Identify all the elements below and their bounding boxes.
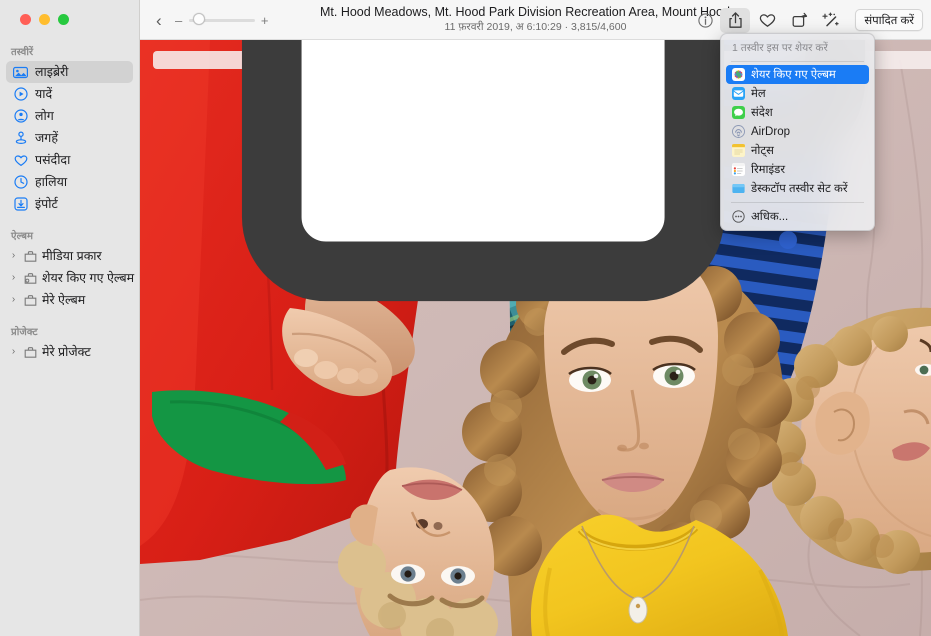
share-button[interactable]: [720, 7, 751, 33]
minimize-button[interactable]: [39, 13, 50, 25]
sidebar-item-my-projects[interactable]: › मेरे प्रोजेक्ट: [6, 341, 133, 363]
sidebar-item-label: हालिया: [35, 174, 68, 189]
enhance-button[interactable]: [816, 8, 846, 33]
share-menu-item-reminders[interactable]: रिमाइंडर: [726, 160, 869, 179]
sidebar-item-label: मीडिया प्रकार: [42, 248, 102, 263]
share-menu-item-notes[interactable]: नोट्स: [726, 141, 869, 160]
zoom-out-button[interactable]: –: [174, 13, 184, 28]
share-menu-item-label: नोट्स: [751, 145, 774, 157]
sidebar-item-label: इंपोर्ट: [35, 196, 58, 211]
sidebar-item-label: शेयर किए गए ऐल्बम: [42, 270, 135, 285]
share-menu-item-label: AirDrop: [751, 125, 790, 138]
desktop-picture-icon: [731, 182, 745, 196]
magic-wand-icon: [822, 11, 839, 26]
traffic-lights: [0, 0, 139, 38]
sidebar-item-shared-albums[interactable]: › शेयर किए गए ऐल्बम: [6, 267, 135, 289]
chevron-right-icon[interactable]: ›: [8, 250, 19, 262]
info-circle-icon: [698, 12, 713, 28]
mail-app-icon: [731, 87, 745, 101]
share-menu-item-set-desktop-picture[interactable]: डेस्कटॉप तस्वीर सेट करें: [726, 179, 869, 198]
sidebar-item-places[interactable]: जगहें: [6, 127, 133, 149]
people-icon: [12, 109, 29, 124]
chevron-right-icon[interactable]: ›: [8, 294, 19, 306]
back-button[interactable]: ‹: [152, 12, 166, 29]
toolbar-left-group: ‹ – +: [152, 0, 270, 40]
sidebar-section-header-projects: प्रोजेक्ट: [11, 327, 38, 338]
sidebar-item-memories[interactable]: यादें: [6, 83, 133, 105]
sidebar: तस्वीरें लाइब्रेरी यादें लोग जगहें पसंदी…: [0, 0, 140, 636]
sidebar-item-label: पसंदीदा: [35, 152, 71, 167]
share-menu-item-messages[interactable]: संदेश: [726, 103, 869, 122]
rotate-button[interactable]: [784, 8, 814, 33]
clock-icon: [12, 175, 29, 190]
heart-icon: [12, 153, 29, 168]
zoom-button[interactable]: [58, 13, 69, 25]
sidebar-item-label: मेरे ऐल्बम: [42, 292, 86, 307]
edit-button[interactable]: संपादित करें: [855, 9, 923, 31]
share-menu-divider-bottom: [731, 202, 864, 203]
ellipsis-circle-icon: [731, 210, 745, 224]
shared-folder-icon: [22, 272, 39, 285]
folder-icon: [22, 346, 39, 359]
sidebar-item-label: मेरे प्रोजेक्ट: [42, 344, 91, 359]
share-menu-item-label: मेल: [751, 88, 766, 100]
share-icon: [729, 11, 742, 28]
places-icon: [12, 131, 29, 146]
photos-app-icon: [731, 68, 745, 82]
share-menu-item-label: रिमाइंडर: [751, 164, 786, 176]
close-button[interactable]: [20, 13, 31, 25]
share-menu[interactable]: 1 तस्वीर इस पर शेयर करें शेयर किए गए ऐल्: [720, 33, 875, 231]
share-menu-item-label: अधिक...: [751, 211, 789, 223]
sidebar-item-label: यादें: [35, 86, 53, 101]
share-menu-item-airdrop[interactable]: AirDrop: [726, 122, 869, 141]
messages-app-icon: [731, 106, 745, 120]
share-menu-item-more[interactable]: अधिक...: [726, 207, 869, 226]
sidebar-item-media-types[interactable]: › मीडिया प्रकार: [6, 245, 133, 267]
share-menu-title: 1 तस्वीर इस पर शेयर करें: [732, 42, 828, 54]
import-icon: [12, 197, 29, 212]
share-menu-item-shared-albums[interactable]: शेयर किए गए ऐल्बम: [726, 65, 869, 84]
heart-icon: [759, 13, 776, 27]
notes-app-icon: [731, 144, 745, 158]
share-menu-item-label: शेयर किए गए ऐल्बम: [751, 69, 836, 81]
share-menu-item-mail[interactable]: मेल: [726, 84, 869, 103]
airdrop-icon: [731, 125, 745, 139]
share-menu-divider: [731, 61, 864, 62]
library-icon: [12, 65, 29, 80]
folder-icon: [22, 294, 39, 307]
share-menu-item-label: डेस्कटॉप तस्वीर सेट करें: [751, 183, 848, 195]
memories-icon: [12, 87, 29, 102]
info-button[interactable]: [692, 8, 718, 33]
rotate-icon: [792, 12, 807, 27]
zoom-slider-control[interactable]: – +: [174, 13, 270, 28]
reminders-app-icon: [731, 163, 745, 177]
sidebar-section-header-albums: ऐल्बम: [11, 231, 34, 242]
sidebar-item-my-albums[interactable]: › मेरे ऐल्बम: [6, 289, 133, 311]
photos-app-window: तस्वीरें लाइब्रेरी यादें लोग जगहें पसंदी…: [0, 0, 931, 636]
sidebar-item-label: जगहें: [35, 130, 58, 145]
chevron-right-icon[interactable]: ›: [8, 346, 19, 358]
sidebar-item-label: लाइब्रेरी: [35, 64, 69, 79]
favorite-button[interactable]: [752, 8, 782, 33]
sidebar-item-label: लोग: [35, 108, 54, 123]
sidebar-item-favorites[interactable]: पसंदीदा: [6, 149, 133, 171]
zoom-in-button[interactable]: +: [260, 13, 270, 28]
zoom-slider[interactable]: [188, 13, 255, 27]
folder-icon: [22, 250, 39, 263]
sidebar-item-library[interactable]: लाइब्रेरी: [6, 61, 133, 83]
share-menu-item-label: संदेश: [751, 107, 773, 119]
sidebar-item-import[interactable]: इंपोर्ट: [6, 193, 133, 215]
zoom-slider-knob[interactable]: [192, 13, 205, 25]
sidebar-item-people[interactable]: लोग: [6, 105, 133, 127]
sidebar-item-recents[interactable]: हालिया: [6, 171, 133, 193]
chevron-right-icon[interactable]: ›: [8, 272, 19, 284]
sidebar-section-header-photos: तस्वीरें: [11, 47, 34, 58]
